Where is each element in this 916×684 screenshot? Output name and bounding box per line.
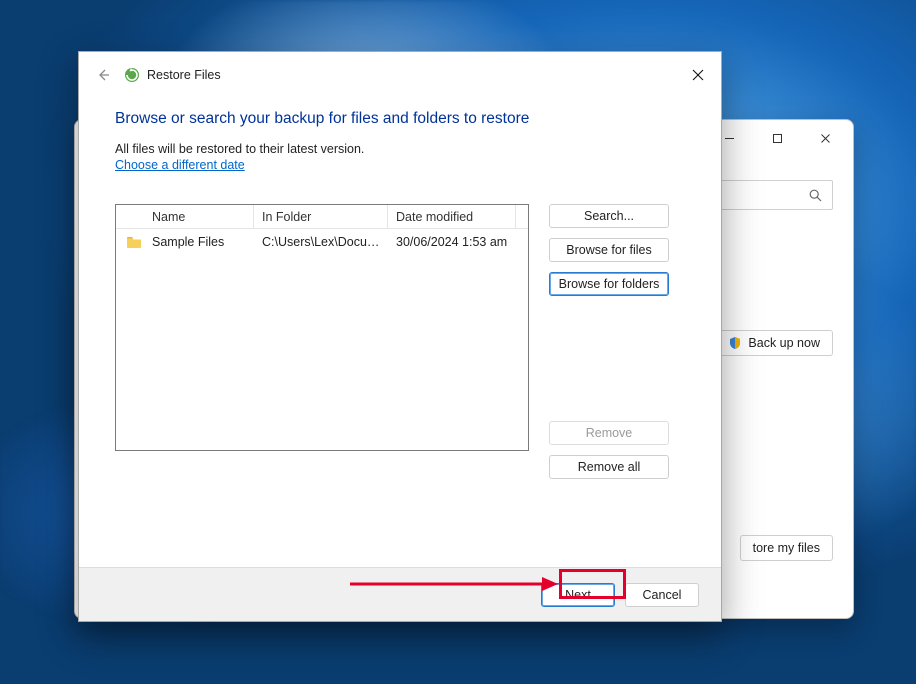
column-name[interactable]: Name bbox=[144, 205, 254, 228]
restore-files-icon bbox=[123, 66, 141, 84]
dialog-body: Browse or search your backup for files a… bbox=[79, 98, 721, 567]
remove-button: Remove bbox=[549, 421, 669, 445]
choose-different-date-link[interactable]: Choose a different date bbox=[115, 158, 245, 172]
browse-folders-button[interactable]: Browse for folders bbox=[549, 272, 669, 296]
browse-files-button[interactable]: Browse for files bbox=[549, 238, 669, 262]
search-button[interactable]: Search... bbox=[549, 204, 669, 228]
dialog-title: Restore Files bbox=[147, 68, 221, 82]
dialog-heading: Browse or search your backup for files a… bbox=[115, 110, 685, 128]
back-button[interactable] bbox=[89, 61, 117, 89]
next-button[interactable]: Next bbox=[541, 583, 615, 607]
close-button[interactable] bbox=[803, 124, 847, 152]
files-listbox[interactable]: Name In Folder Date modified Sample File… bbox=[115, 204, 529, 451]
search-icon bbox=[809, 189, 822, 202]
list-header: Name In Folder Date modified bbox=[116, 205, 528, 229]
column-date[interactable]: Date modified bbox=[388, 205, 516, 228]
dialog-close-button[interactable] bbox=[683, 62, 713, 88]
backup-now-button[interactable]: Back up now bbox=[715, 330, 833, 356]
row-date: 30/06/2024 1:53 am bbox=[388, 235, 528, 249]
folder-icon bbox=[126, 235, 142, 249]
restore-my-files-button[interactable]: tore my files bbox=[740, 535, 833, 561]
restore-files-dialog: Restore Files Browse or search your back… bbox=[78, 51, 722, 622]
remove-all-button[interactable]: Remove all bbox=[549, 455, 669, 479]
column-folder[interactable]: In Folder bbox=[254, 205, 388, 228]
list-item[interactable]: Sample Files C:\Users\Lex\Docume... 30/0… bbox=[116, 229, 528, 255]
maximize-button[interactable] bbox=[755, 124, 799, 152]
dialog-footer: Next Cancel bbox=[79, 567, 721, 621]
row-name: Sample Files bbox=[144, 235, 254, 249]
dialog-subtext: All files will be restored to their late… bbox=[115, 142, 685, 156]
shield-icon bbox=[728, 336, 742, 350]
restore-my-files-label: tore my files bbox=[753, 541, 820, 555]
backup-now-label: Back up now bbox=[748, 336, 820, 350]
dialog-titlebar: Restore Files bbox=[79, 52, 721, 98]
cancel-button[interactable]: Cancel bbox=[625, 583, 699, 607]
row-folder: C:\Users\Lex\Docume... bbox=[254, 235, 388, 249]
side-buttons: Search... Browse for files Browse for fo… bbox=[549, 204, 669, 479]
